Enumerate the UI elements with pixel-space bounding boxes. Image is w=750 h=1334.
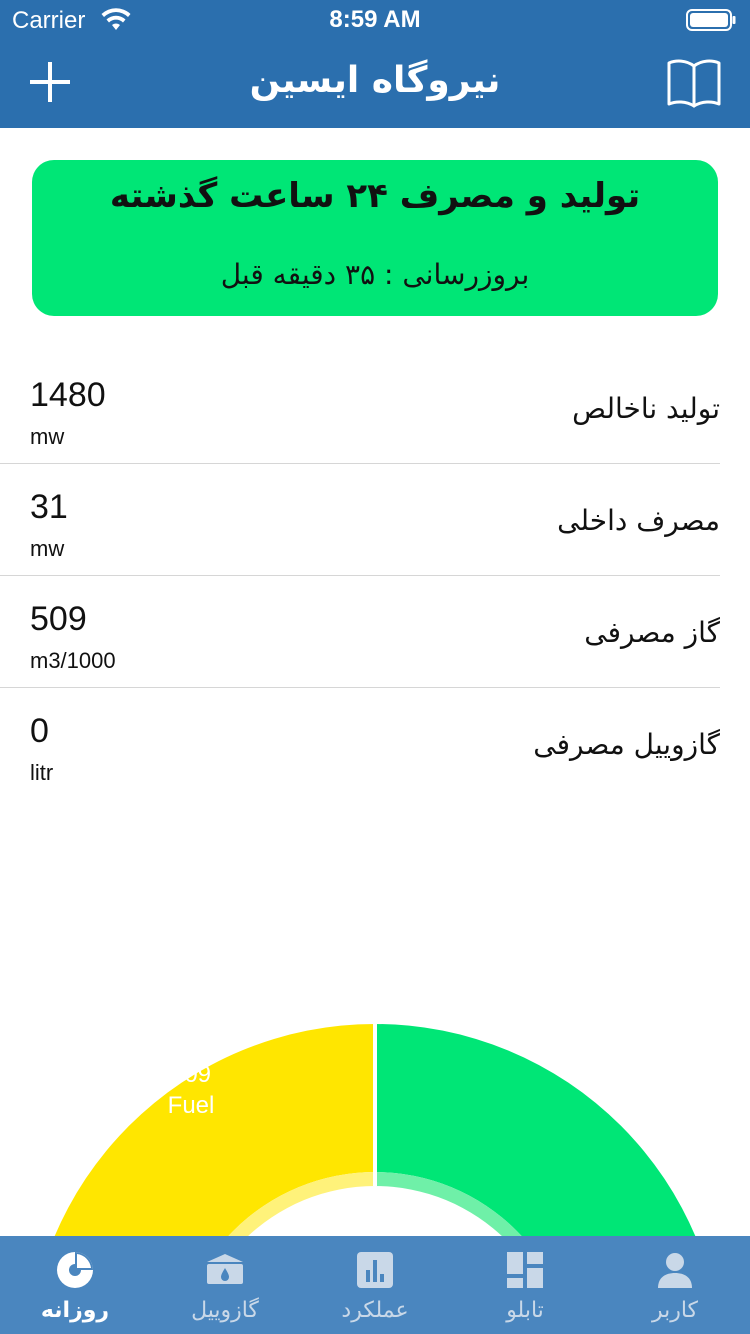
summary-banner: تولید و مصرف ۲۴ ساعت گذشته بروزرسانی : ۳… [32,160,718,316]
tab-daily[interactable]: روزانه [0,1236,150,1334]
metric-value: 509 [30,600,87,638]
gauge-fuel-value: 509 [171,1061,211,1088]
metric-row-gas-consumption: 509 m3/1000 گاز مصرفی [0,576,720,688]
clock: 8:59 AM [329,6,421,33]
battery-icon [686,9,736,31]
tab-diesel[interactable]: گازوییل [150,1236,300,1334]
consumption-gauge: 509 Fuel [0,900,750,1236]
tab-dashboard[interactable]: تابلو [450,1236,600,1334]
metric-value: 1480 [30,376,106,414]
tab-user[interactable]: کاربر [600,1236,750,1334]
page-title: نیروگاه ایسین [249,60,501,101]
tab-bar: روزانه گازوییل عملکرد تابلو کاربر [0,1236,750,1334]
metric-value: 0 [30,712,49,750]
bar-chart-icon [357,1252,393,1288]
gauge-slice-other[interactable] [375,1024,723,1236]
last-updated-text: بروزرسانی : ۳۵ دقیقه قبل [220,258,530,291]
metric-unit: mw [30,424,65,449]
metric-row-internal-consumption: 31 mw مصرف داخلی [0,464,720,576]
gauge-fuel-label: Fuel [168,1092,215,1119]
tab-label: کاربر [651,1298,699,1323]
metric-value: 31 [30,488,68,526]
metric-row-gross-production: 1480 mw تولید ناخالص [0,352,720,464]
metric-unit: m3/1000 [30,648,116,673]
tab-label: تابلو [506,1298,544,1323]
metric-label: گازوییل مصرفی [533,728,720,761]
fuel-tank-icon [207,1254,243,1284]
status-bar: Carrier 8:59 AM [0,0,750,40]
tab-label: روزانه [40,1298,110,1323]
tab-label: عملکرد [341,1298,409,1323]
book-icon[interactable] [666,58,722,108]
metric-row-diesel-consumption: 0 litr گازوییل مصرفی [0,688,720,800]
metric-unit: litr [30,760,54,785]
metrics-list: 1480 mw تولید ناخالص 31 mw مصرف داخلی 50… [0,352,750,800]
metric-unit: mw [30,536,65,561]
user-icon [658,1253,692,1288]
tab-performance[interactable]: عملکرد [300,1236,450,1334]
dashboard-icon [507,1252,543,1288]
gauge-slice-fuel[interactable] [27,1024,375,1236]
nav-bar: نیروگاه ایسین [0,40,750,128]
metric-label: تولید ناخالص [572,392,720,425]
banner-headline: تولید و مصرف ۲۴ ساعت گذشته [109,176,641,216]
pie-chart-icon [57,1252,93,1288]
tab-label: گازوییل [191,1298,259,1323]
metric-label: گاز مصرفی [584,616,720,649]
metric-label: مصرف داخلی [557,504,720,537]
